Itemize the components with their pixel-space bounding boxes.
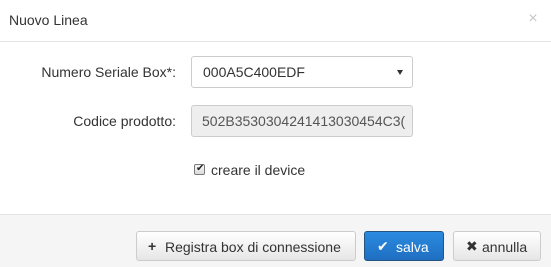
caret-down-icon <box>397 70 403 75</box>
serial-box-label: Numero Seriale Box*: <box>41 64 176 80</box>
product-code-input: 502B3530304241413030454C3( <box>191 105 413 137</box>
register-box-label: Registra box di connessione <box>165 239 341 255</box>
serial-box-selected-value: 000A5C400EDF <box>203 64 305 80</box>
cancel-label: annulla <box>482 239 528 255</box>
product-code-label: Codice prodotto: <box>73 113 176 129</box>
product-code-value: 502B3530304241413030454C3( <box>202 113 406 129</box>
checkmark-icon: ✔ <box>196 163 205 174</box>
serial-box-select[interactable]: 000A5C400EDF <box>191 56 413 88</box>
dialog-header: Nuovo Linea × <box>0 0 551 42</box>
cancel-button[interactable]: ✖ annulla <box>453 231 541 261</box>
close-icon[interactable]: × <box>525 10 541 28</box>
product-code-row: Codice prodotto: 502B3530304241413030454… <box>0 105 551 139</box>
check-icon: ✔ <box>377 238 389 254</box>
save-label: salva <box>396 239 429 255</box>
register-box-button[interactable]: + Registra box di connessione <box>136 231 356 261</box>
new-line-dialog: Nuovo Linea × Numero Seriale Box*: 000A5… <box>0 0 551 267</box>
dialog-title: Nuovo Linea <box>9 12 88 28</box>
plus-icon: + <box>148 238 157 254</box>
save-button[interactable]: ✔ salva <box>364 231 444 261</box>
serial-box-row: Numero Seriale Box*: 000A5C400EDF <box>0 56 551 90</box>
create-device-label[interactable]: creare il device <box>211 162 305 178</box>
times-icon: ✖ <box>466 238 478 254</box>
create-device-checkbox[interactable]: ✔ <box>194 163 205 175</box>
dialog-footer: + Registra box di connessione ✔ salva ✖ … <box>0 214 551 267</box>
